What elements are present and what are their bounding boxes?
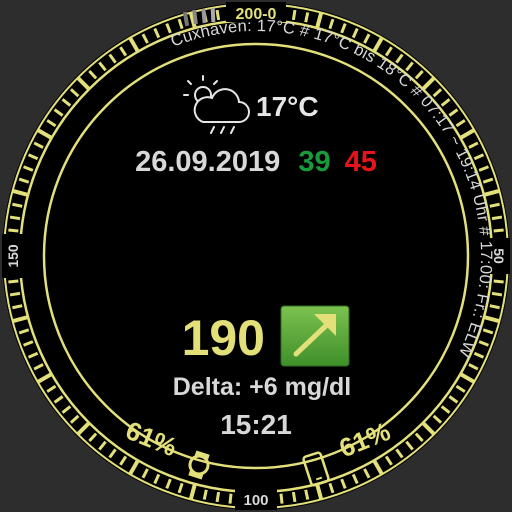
bezel-tick [489, 202, 500, 208]
bezel-tick [489, 304, 500, 310]
stat-red: 45 [345, 146, 377, 178]
scale-label-left: 150 [5, 244, 21, 268]
stat-green: 39 [298, 146, 330, 178]
glucose-delta: Delta: +6 mg/dl [173, 373, 352, 401]
bezel-tick [304, 489, 310, 500]
bezel-tick [8, 279, 19, 284]
bezel-tick [491, 215, 503, 221]
bezel-tick [202, 489, 208, 500]
bezel-tick [8, 228, 19, 233]
bezel-tick [12, 304, 23, 310]
bezel-tick [291, 491, 297, 503]
glucose-value: 190 [182, 310, 265, 366]
glucose-time: 15:21 [220, 409, 292, 440]
scale-label-bottom: 100 [243, 492, 268, 509]
bezel-tick [228, 493, 233, 504]
bezel-tick [493, 228, 504, 233]
bezel-tick [291, 9, 297, 21]
bezel-tick [493, 279, 504, 284]
bezel-tick [215, 9, 221, 21]
date: 26.09.2019 [135, 146, 280, 178]
bezel-tick [215, 491, 221, 503]
bezel-tick [491, 291, 503, 297]
arrow-up-right-icon [280, 305, 350, 367]
bezel-tick [9, 291, 21, 297]
bezel-tick [9, 215, 21, 221]
watch-face: 200-0 100 150 50 Cuxhaven: 17°C # 17°C b… [2, 2, 510, 510]
bezel-tick [304, 12, 310, 23]
bezel-tick [12, 202, 23, 208]
weather-temperature: 17°C [256, 91, 319, 122]
bezel-tick [279, 493, 284, 504]
